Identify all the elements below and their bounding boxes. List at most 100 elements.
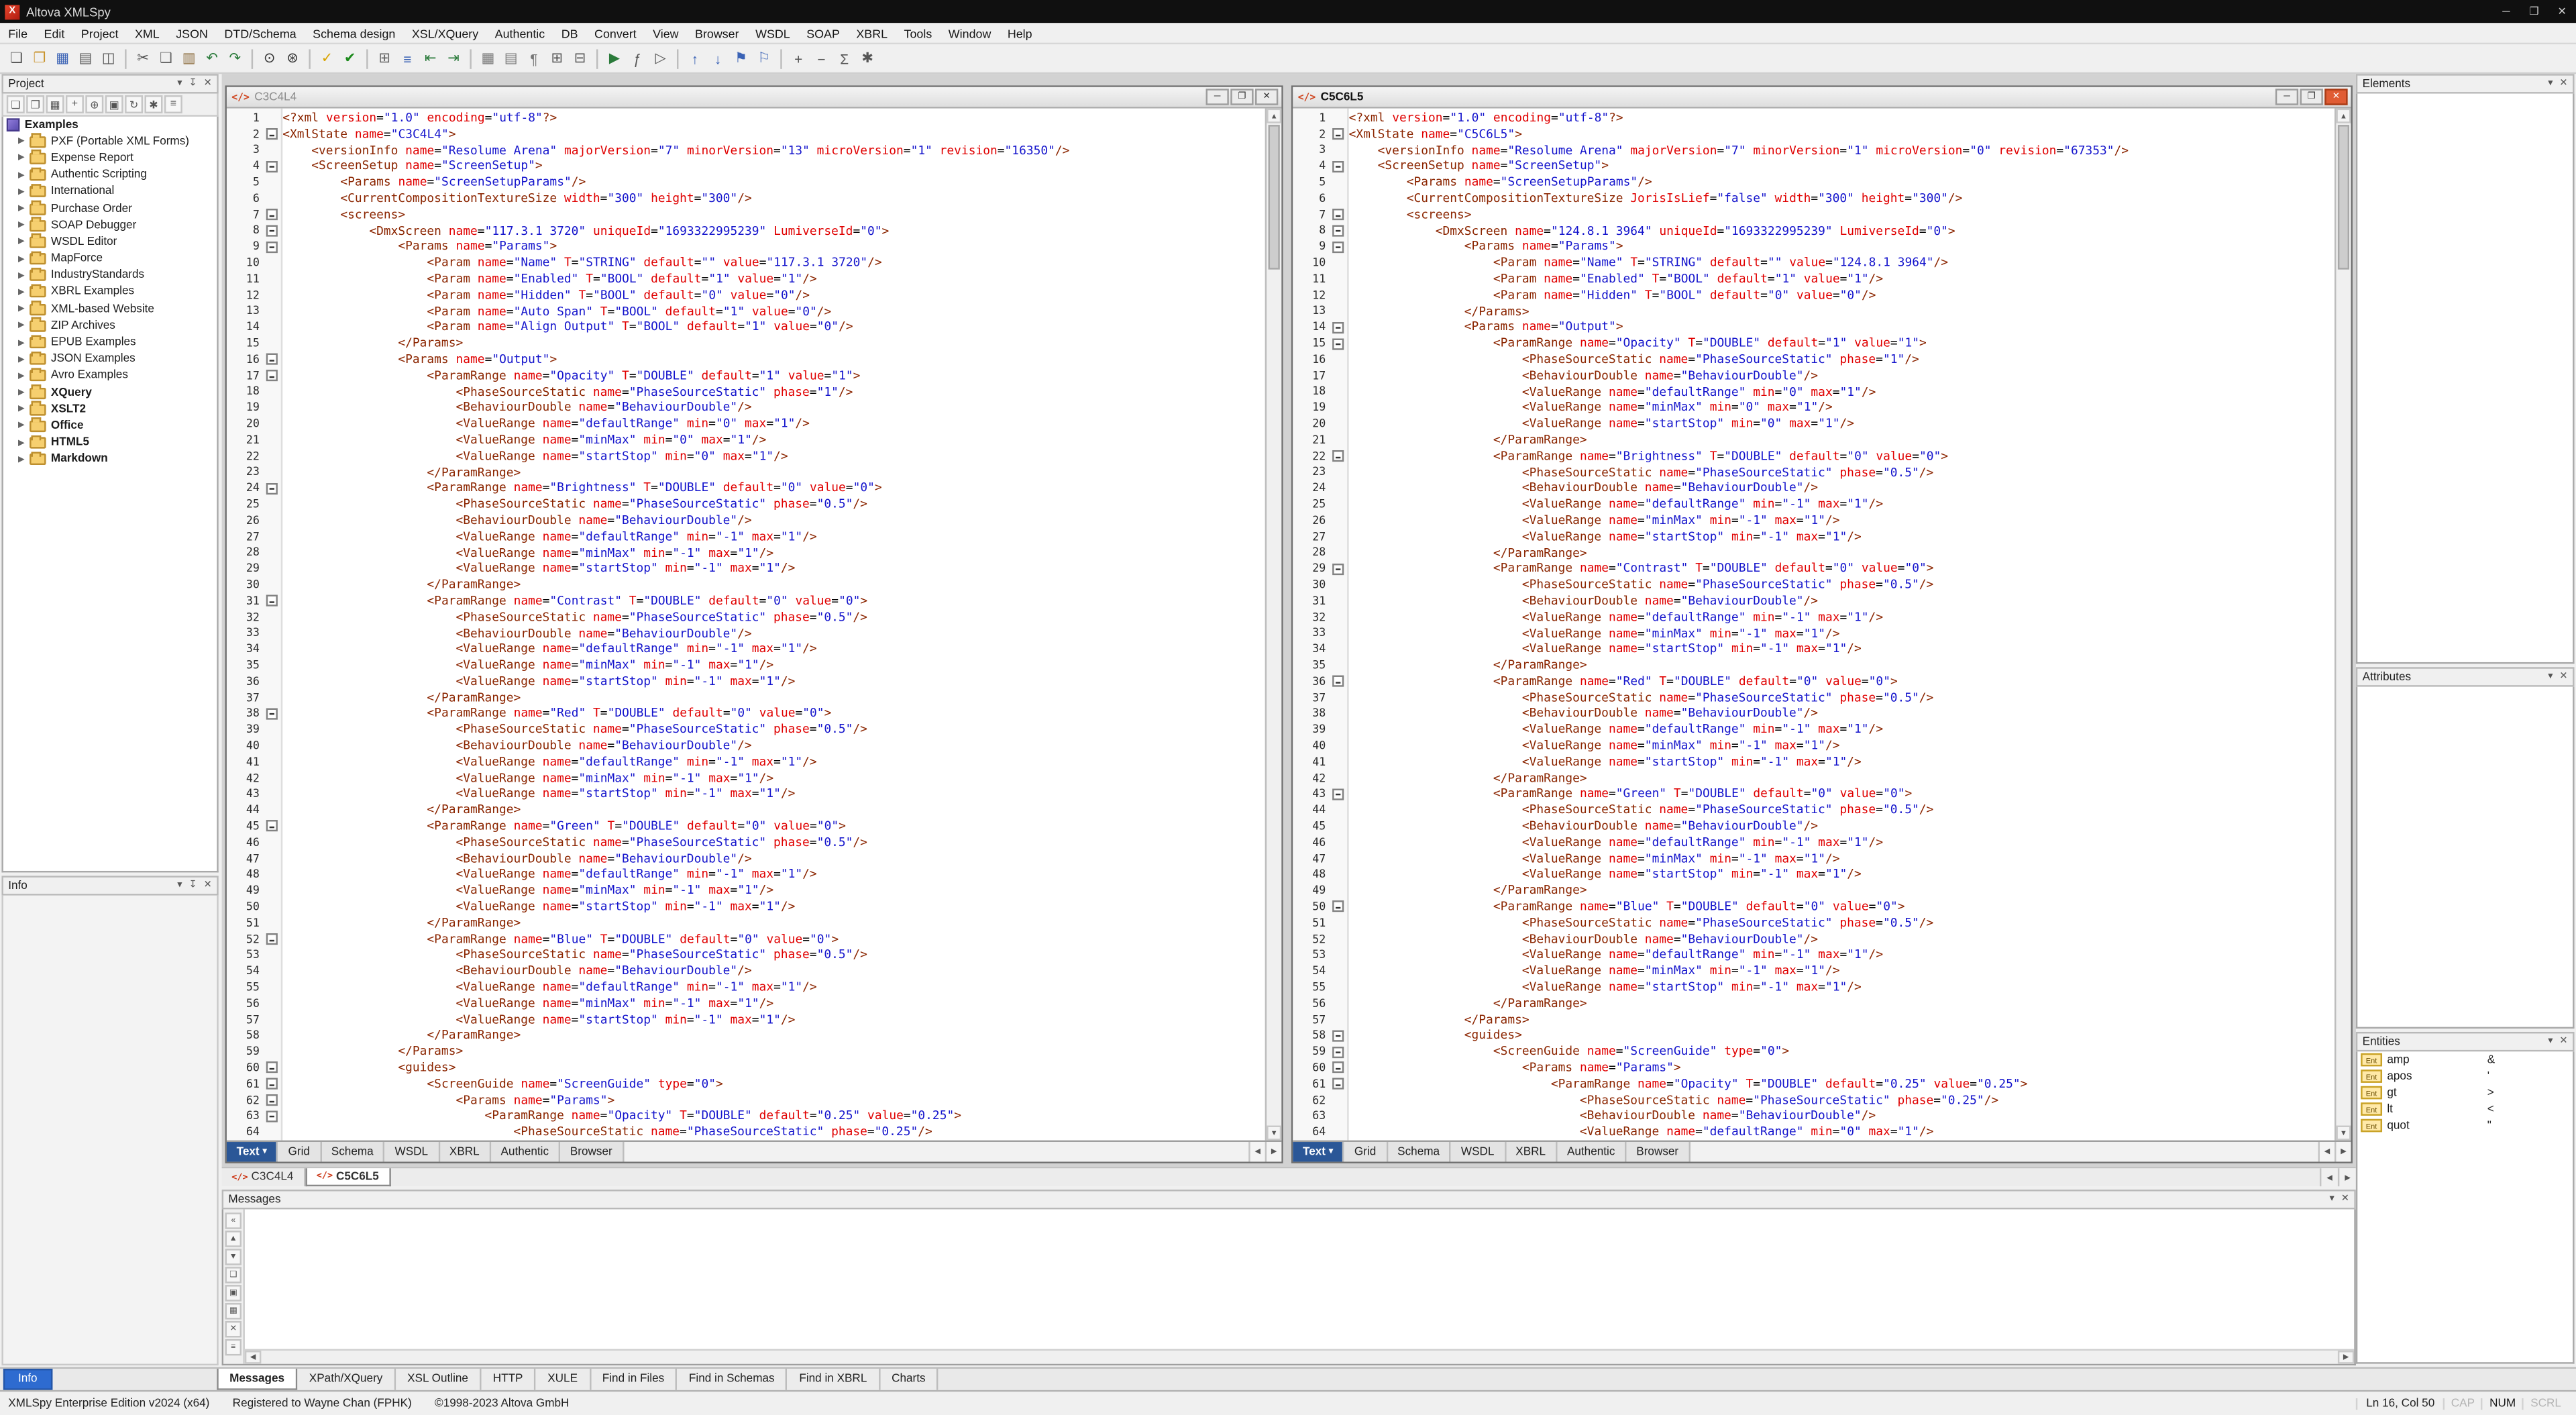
close-icon[interactable]: ✕ (204, 881, 212, 891)
view-tab-wsdl[interactable]: WSDL (1451, 1142, 1505, 1161)
expand-arrow-icon[interactable]: ▶ (18, 271, 30, 281)
fold-toggle-icon[interactable] (1332, 1078, 1343, 1090)
expand-arrow-icon[interactable]: ▶ (18, 204, 30, 214)
document-tab-c3c4l4[interactable]: </>C3C4L4 (222, 1168, 305, 1186)
toolbar-assign-schema-button[interactable]: ⊞ (373, 47, 396, 70)
project-add-url-button[interactable]: ⊕ (85, 95, 103, 113)
toolbar-debugger-button[interactable]: ▷ (649, 47, 672, 70)
expand-arrow-icon[interactable]: ▶ (18, 137, 30, 147)
view-tab-wsdl[interactable]: WSDL (385, 1142, 439, 1161)
horizontal-scrollbar[interactable] (1690, 1142, 2318, 1161)
fold-toggle-icon[interactable] (1332, 450, 1343, 462)
code-line[interactable]: 52 <ParamRange name="Blue" T="DOUBLE" de… (227, 931, 1265, 947)
code-line[interactable]: 28 </ParamRange> (1293, 545, 2334, 561)
messages-copy-message-button[interactable]: ❑ (225, 1267, 241, 1283)
code-line[interactable]: 58 <guides> (1293, 1028, 2334, 1044)
code-line[interactable]: 19 <ValueRange name="minMax" min="0" max… (1293, 400, 2334, 416)
fold-toggle-icon[interactable] (266, 160, 277, 172)
vertical-scrollbar[interactable]: ▲ ▼ (2334, 109, 2351, 1141)
menu-dtd-schema[interactable]: DTD/Schema (216, 24, 305, 42)
bottom-tab-info[interactable]: Info (3, 1369, 52, 1390)
toolbar-new-file-button[interactable]: ❏ (5, 47, 28, 70)
view-tab-xbrl[interactable]: XBRL (1506, 1142, 1558, 1161)
toolbar-pretty-print-button[interactable]: ≡ (396, 47, 419, 70)
code-line[interactable]: 38 <ParamRange name="Red" T="DOUBLE" def… (227, 706, 1265, 722)
editor-titlebar[interactable]: </> C5C6L5 ─ ❐ ✕ (1293, 87, 2351, 109)
code-line[interactable]: 42 <ValueRange name="minMax" min="-1" ma… (227, 770, 1265, 786)
code-line[interactable]: 56 <ValueRange name="minMax" min="-1" ma… (227, 996, 1265, 1012)
code-line[interactable]: 14 <Param name="Align Output" T="BOOL" d… (227, 319, 1265, 335)
code-line[interactable]: 30 <PhaseSourceStatic name="PhaseSourceS… (1293, 577, 2334, 593)
project-item-pxf-portable-xml-forms[interactable]: ▶PXF (Portable XML Forms) (3, 134, 217, 150)
toolbar-indent-increase-button[interactable]: ⇥ (442, 47, 465, 70)
code-editor[interactable]: 1<?xml version="1.0" encoding="utf-8"?>2… (1293, 109, 2334, 1141)
close-button[interactable]: ✕ (2548, 0, 2576, 23)
chevron-down-icon[interactable]: ▾ (177, 79, 182, 89)
code-line[interactable]: 3 <versionInfo name="Resolume Arena" maj… (227, 142, 1265, 158)
code-line[interactable]: 13 <Param name="Auto Span" T="BOOL" defa… (227, 303, 1265, 319)
code-line[interactable]: 48 <ValueRange name="startStop" min="-1"… (1293, 867, 2334, 883)
code-line[interactable]: 22 <ValueRange name="startStop" min="0" … (227, 448, 1265, 464)
messages-copy-all-messages-button[interactable]: ▣ (225, 1285, 241, 1301)
fold-toggle-icon[interactable] (266, 708, 277, 719)
code-line[interactable]: 27 <ValueRange name="startStop" min="-1"… (1293, 529, 2334, 545)
code-line[interactable]: 48 <ValueRange name="defaultRange" min="… (227, 867, 1265, 883)
code-line[interactable]: 19 <BehaviourDouble name="BehaviourDoubl… (227, 400, 1265, 416)
toolbar-delete-row-button[interactable]: − (810, 47, 833, 70)
project-item-xbrl-examples[interactable]: ▶XBRL Examples (3, 284, 217, 301)
code-line[interactable]: 21 <ValueRange name="minMax" min="0" max… (227, 432, 1265, 448)
toolbar-apply-xslt-button[interactable]: ▶ (603, 47, 626, 70)
code-line[interactable]: 46 <PhaseSourceStatic name="PhaseSourceS… (227, 835, 1265, 851)
code-line[interactable]: 24 <ParamRange name="Brightness" T="DOUB… (227, 480, 1265, 496)
project-item-soap-debugger[interactable]: ▶SOAP Debugger (3, 217, 217, 234)
messages-save-messages-button[interactable]: ▦ (225, 1303, 241, 1319)
fold-toggle-icon[interactable] (266, 595, 277, 607)
expand-arrow-icon[interactable]: ▶ (18, 187, 30, 197)
code-line[interactable]: 31 <BehaviourDouble name="BehaviourDoubl… (1293, 593, 2334, 609)
view-tab-authentic[interactable]: Authentic (491, 1142, 560, 1161)
code-line[interactable]: 31 <ParamRange name="Contrast" T="DOUBLE… (227, 593, 1265, 609)
code-line[interactable]: 37 <PhaseSourceStatic name="PhaseSourceS… (1293, 690, 2334, 706)
fold-toggle-icon[interactable] (1332, 676, 1343, 687)
expand-arrow-icon[interactable]: ▶ (18, 304, 30, 314)
messages-filter-messages-button[interactable]: ≡ (225, 1339, 241, 1355)
code-line[interactable]: 49 <ValueRange name="minMax" min="-1" ma… (227, 883, 1265, 899)
code-line[interactable]: 61 <ParamRange name="Opacity" T="DOUBLE"… (1293, 1076, 2334, 1092)
project-root-examples[interactable]: Examples (3, 117, 217, 134)
chevron-down-icon[interactable]: ▾ (177, 881, 182, 891)
code-line[interactable]: 13 </Params> (1293, 303, 2334, 319)
code-editor[interactable]: 1<?xml version="1.0" encoding="utf-8"?>2… (227, 109, 1265, 1141)
code-line[interactable]: 63 <ParamRange name="Opacity" T="DOUBLE"… (227, 1108, 1265, 1124)
code-line[interactable]: 6 <CurrentCompositionTextureSize width="… (227, 191, 1265, 207)
toolbar-find-button[interactable]: ⊙ (258, 47, 280, 70)
code-line[interactable]: 36 <ParamRange name="Red" T="DOUBLE" def… (1293, 674, 2334, 690)
expand-arrow-icon[interactable]: ▶ (18, 354, 30, 364)
view-tab-schema[interactable]: Schema (321, 1142, 385, 1161)
code-line[interactable]: 25 <ValueRange name="defaultRange" min="… (1293, 496, 2334, 513)
menu-xbrl[interactable]: XBRL (848, 24, 896, 42)
code-line[interactable]: 50 <ValueRange name="startStop" min="-1"… (227, 899, 1265, 915)
chevron-down-icon[interactable]: ▾ (2548, 1037, 2553, 1047)
scroll-right-icon[interactable]: ▶ (2334, 1142, 2351, 1161)
toolbar-move-down-button[interactable]: ↓ (706, 47, 729, 70)
toolbar-save-file-button[interactable]: ▦ (51, 47, 74, 70)
code-line[interactable]: 9 <Params name="Params"> (1293, 239, 2334, 255)
menu-help[interactable]: Help (1000, 24, 1040, 42)
fold-toggle-icon[interactable] (266, 933, 277, 945)
close-icon[interactable]: ✕ (2559, 79, 2567, 89)
code-line[interactable]: 46 <ValueRange name="defaultRange" min="… (1293, 835, 2334, 851)
code-line[interactable]: 49 </ParamRange> (1293, 883, 2334, 899)
view-tab-text[interactable]: Text▾ (1293, 1142, 1344, 1161)
fold-toggle-icon[interactable] (1332, 321, 1343, 333)
code-line[interactable]: 12 <Param name="Hidden" T="BOOL" default… (1293, 287, 2334, 303)
code-line[interactable]: 37 </ParamRange> (227, 690, 1265, 706)
view-tab-browser[interactable]: Browser (560, 1142, 624, 1161)
bottom-tab-find-in-files[interactable]: Find in Files (591, 1369, 678, 1390)
project-item-epub-examples[interactable]: ▶EPUB Examples (3, 334, 217, 351)
code-line[interactable]: 18 <ValueRange name="defaultRange" min="… (1293, 384, 2334, 400)
code-line[interactable]: 43 <ValueRange name="startStop" min="-1"… (227, 786, 1265, 802)
view-tab-schema[interactable]: Schema (1387, 1142, 1451, 1161)
view-tab-browser[interactable]: Browser (1627, 1142, 1690, 1161)
code-line[interactable]: 39 <ValueRange name="defaultRange" min="… (1293, 722, 2334, 738)
scroll-down-icon[interactable]: ▼ (1267, 1126, 1281, 1141)
